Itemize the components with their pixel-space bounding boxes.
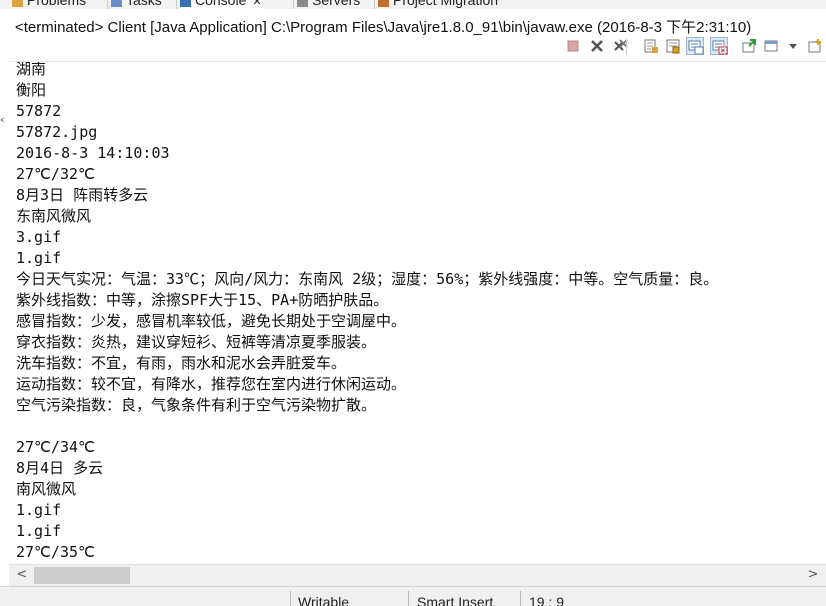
console-line: 57872.jpg xyxy=(16,123,98,141)
console-icon xyxy=(180,0,191,7)
console-line: 3.gif xyxy=(16,228,62,246)
console-line: 东南风微风 xyxy=(16,207,92,225)
console-line: 27℃/32℃ xyxy=(16,165,95,183)
terminate-icon[interactable] xyxy=(564,37,582,55)
console-line: 紫外线指数：中等，涂擦SPF大于15、PA+防晒护肤品。 xyxy=(16,291,389,309)
console-line: 57872 xyxy=(16,102,62,120)
open-console-icon[interactable] xyxy=(806,37,824,55)
tab-project-migration[interactable]: Project Migration xyxy=(378,0,498,9)
tasks-icon xyxy=(111,0,122,7)
console-header: <terminated> Client [Java Application] C… xyxy=(0,9,826,61)
scrollbar-thumb[interactable] xyxy=(34,567,130,584)
tab-label: Servers xyxy=(312,0,361,8)
remove-all-terminated-icon[interactable] xyxy=(612,37,630,55)
console-line: 感冒指数：少发，感冒机率较低，避免长期处于空调屋中。 xyxy=(16,312,407,330)
left-gutter: ‹ xyxy=(0,61,9,566)
tab-label: Tasks xyxy=(126,0,162,8)
console-line: 2016-8-3 14:10:03 xyxy=(16,144,170,162)
console-line: 1.gif xyxy=(16,522,62,540)
console-line: 穿衣指数：炎热，建议穿短衫、短裤等清凉夏季服装。 xyxy=(16,333,377,351)
status-cursor-position: 19 : 9 xyxy=(529,594,565,606)
close-tab-icon[interactable]: ✕ xyxy=(252,0,261,8)
toolbar-separator xyxy=(724,39,725,55)
console-line: 1.gif xyxy=(16,501,62,519)
tab-console[interactable]: Console ✕ xyxy=(180,0,262,9)
console-line: 衡阳 xyxy=(16,81,47,99)
console-line: 洗车指数：不宜，有雨，雨水和泥水会弄脏爱车。 xyxy=(16,354,347,372)
servers-icon xyxy=(297,0,308,7)
display-console-icon[interactable] xyxy=(762,37,780,55)
tab-problems[interactable]: Problems xyxy=(12,0,86,9)
console-line: 空气污染指数：良，气象条件有利于空气污染物扩散。 xyxy=(16,396,377,414)
status-writable: Writable xyxy=(298,594,350,606)
console-line: 8月4日 多云 xyxy=(16,459,104,477)
console-line: 南风微风 xyxy=(16,480,77,498)
show-on-stdout-icon[interactable] xyxy=(686,37,704,55)
migration-icon xyxy=(378,0,389,7)
tab-servers[interactable]: Servers xyxy=(297,0,360,9)
console-toolbar xyxy=(556,37,826,57)
status-bar: Writable Smart Insert 19 : 9 xyxy=(0,586,826,606)
scroll-right-arrow-icon[interactable]: > xyxy=(805,567,821,583)
remove-launch-icon[interactable] xyxy=(588,37,606,55)
tab-separator xyxy=(293,0,294,9)
status-separator xyxy=(290,591,291,606)
clear-console-icon[interactable] xyxy=(642,37,660,55)
show-on-stderr-icon[interactable] xyxy=(710,37,728,55)
tab-label: Console xyxy=(195,0,247,8)
toolbar-separator xyxy=(626,39,627,55)
problems-icon xyxy=(12,0,23,7)
status-insert-mode: Smart Insert xyxy=(417,594,494,606)
console-line: 27℃/35℃ xyxy=(16,543,95,561)
view-tab-bar: Problems Tasks Console ✕ Servers Project Migr… xyxy=(0,0,826,9)
horizontal-scrollbar[interactable]: < > xyxy=(9,564,826,586)
console-output[interactable]: 湖南衡阳 57872 57872.jpg 2016-8-3 14:10:03 27℃/3… xyxy=(9,61,826,567)
console-line: 今日天气实况：气温：33℃；风向/风力：东南风 2级；湿度：56%；紫外线强度：… xyxy=(16,270,719,288)
console-line: 27℃/34℃ xyxy=(16,438,95,456)
console-line: 1.gif xyxy=(16,249,62,267)
console-line: 湖南 xyxy=(16,61,47,78)
console-line: 运动指数：较不宜，有降水，推荐您在室内进行休闲运动。 xyxy=(16,375,407,393)
scroll-left-arrow-icon[interactable]: < xyxy=(14,567,30,583)
status-separator xyxy=(408,591,409,606)
console-title: <terminated> Client [Java Application] C… xyxy=(15,19,752,36)
tab-label: Problems xyxy=(27,0,87,8)
scroll-lock-icon[interactable] xyxy=(664,37,682,55)
status-separator xyxy=(520,591,521,606)
tab-label: Project Migration xyxy=(393,0,499,8)
dropdown-arrow-icon[interactable] xyxy=(784,37,802,55)
tab-separator xyxy=(107,0,108,9)
console-line: 8月3日 阵雨转多云 xyxy=(16,186,149,204)
tab-tasks[interactable]: Tasks xyxy=(111,0,162,9)
tab-separator xyxy=(176,0,177,9)
pin-console-icon[interactable] xyxy=(740,37,758,55)
tab-separator xyxy=(374,0,375,9)
